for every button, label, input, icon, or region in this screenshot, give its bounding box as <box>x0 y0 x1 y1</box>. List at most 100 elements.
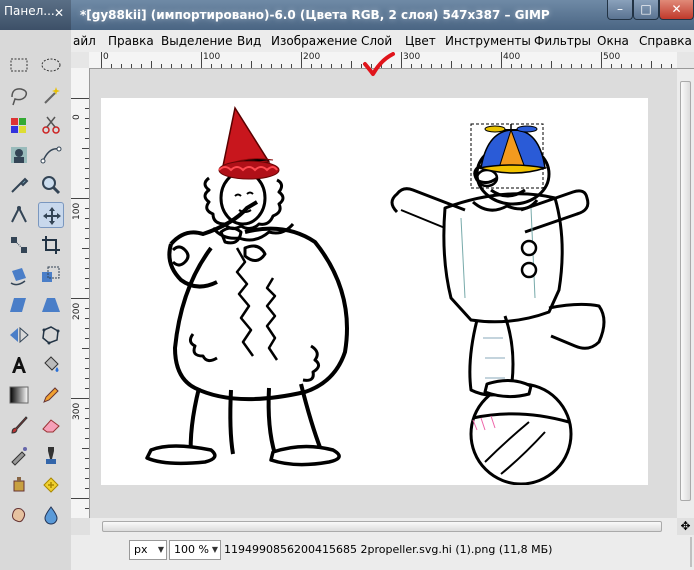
menu-file[interactable]: айл <box>73 30 96 52</box>
ruler-tick <box>591 64 592 68</box>
propeller-cap <box>470 123 548 189</box>
tool-button[interactable] <box>6 352 32 378</box>
tool-button[interactable] <box>38 322 64 348</box>
red-party-hat <box>218 106 280 180</box>
chevron-down-icon: ▼ <box>211 545 218 554</box>
ruler-tick <box>85 468 89 469</box>
tool-button[interactable] <box>6 322 32 348</box>
tool-button[interactable] <box>6 52 32 78</box>
tool-button[interactable] <box>38 412 64 438</box>
ruler-tick <box>85 358 89 359</box>
quick-mask-toggle[interactable] <box>71 518 90 535</box>
ruler-tick <box>82 148 89 149</box>
tool-button[interactable] <box>6 112 32 138</box>
minimize-button[interactable]: – <box>607 0 633 20</box>
ruler-tick <box>161 64 162 68</box>
horizontal-scrollbar[interactable] <box>90 518 677 535</box>
ruler-tick <box>85 238 89 239</box>
horizontal-scroll-thumb[interactable] <box>102 521 662 532</box>
tool-button[interactable] <box>6 142 32 168</box>
ruler-tick <box>471 64 472 68</box>
tool-button[interactable] <box>38 172 64 198</box>
ruler-tick <box>111 64 112 68</box>
zoom-select[interactable]: 100 % ▼ <box>169 540 221 560</box>
ruler-tick <box>351 61 352 68</box>
ruler-tick <box>85 308 89 309</box>
menu-layer[interactable]: Слой <box>361 30 392 52</box>
tool-button[interactable] <box>6 412 32 438</box>
tool-button[interactable] <box>6 382 32 408</box>
window-titlebar[interactable]: *[gy88kii] (импортировано)-6.0 (Цвета RG… <box>71 0 694 30</box>
menu-tools[interactable]: Инструменты <box>445 30 531 52</box>
ruler-tick <box>551 61 552 68</box>
ruler-label: 0 <box>72 114 82 120</box>
ruler-tick <box>481 64 482 68</box>
ruler-tick <box>85 368 89 369</box>
zoom-value: 100 % <box>174 543 209 556</box>
ruler-tick <box>85 458 89 459</box>
menu-edit[interactable]: Правка <box>108 30 154 52</box>
tool-button[interactable] <box>38 142 64 168</box>
tool-button[interactable] <box>6 502 32 528</box>
navigate-icon[interactable]: ✥ <box>677 518 694 535</box>
tool-button[interactable] <box>38 82 64 108</box>
ruler-tick <box>501 52 502 68</box>
ruler-tick <box>85 508 89 509</box>
tool-button[interactable] <box>6 172 32 198</box>
tool-button[interactable] <box>38 232 64 258</box>
statusbar: px ▼ 100 % ▼ 1194990856200415685 2propelle… <box>71 535 694 570</box>
fuzzy-select-icon <box>44 87 60 104</box>
toolbox-close-icon[interactable]: ✕ <box>52 6 66 20</box>
tool-button[interactable] <box>6 292 32 318</box>
menu-colors[interactable]: Цвет <box>405 30 436 52</box>
unit-select[interactable]: px ▼ <box>129 540 167 560</box>
tool-button[interactable] <box>38 292 64 318</box>
ruler-tick <box>651 61 652 68</box>
tool-button[interactable] <box>38 52 64 78</box>
tool-button[interactable] <box>6 262 32 288</box>
ruler-tick <box>401 52 402 68</box>
tool-button[interactable] <box>38 472 64 498</box>
clowns-drawing <box>145 106 606 485</box>
tool-button[interactable] <box>38 262 64 288</box>
vertical-scrollbar[interactable] <box>677 69 694 518</box>
ruler-tick <box>291 64 292 68</box>
ruler-corner[interactable] <box>71 52 89 69</box>
tool-button[interactable] <box>38 202 64 228</box>
ruler-tick <box>541 64 542 68</box>
ruler-tick <box>321 64 322 68</box>
tool-button[interactable] <box>6 202 32 228</box>
image-canvas[interactable] <box>101 98 648 485</box>
maximize-button[interactable]: □ <box>633 0 659 20</box>
lasso-icon <box>11 88 28 106</box>
tool-button[interactable] <box>38 442 64 468</box>
ruler-tick <box>521 64 522 68</box>
zoom-icon <box>42 176 61 195</box>
vertical-ruler[interactable]: 0 100 200 300 <box>71 68 90 518</box>
menu-image[interactable]: Изображение <box>271 30 357 52</box>
tool-button[interactable] <box>38 382 64 408</box>
tool-button[interactable] <box>6 82 32 108</box>
menu-help[interactable]: Справка <box>639 30 692 52</box>
ruler-tick <box>171 64 172 68</box>
close-button[interactable]: ✕ <box>659 0 694 20</box>
tool-button[interactable] <box>38 352 64 378</box>
ruler-tick <box>611 64 612 68</box>
ruler-tick <box>71 498 89 499</box>
align-icon <box>11 237 27 253</box>
canvas-area[interactable] <box>90 69 677 518</box>
ruler-tick <box>85 318 89 319</box>
rotate-icon <box>10 268 26 286</box>
tool-button[interactable] <box>6 442 32 468</box>
ruler-tick <box>85 288 89 289</box>
menu-view[interactable]: Вид <box>237 30 261 52</box>
tool-button[interactable] <box>6 472 32 498</box>
tool-button[interactable] <box>38 112 64 138</box>
menu-filters[interactable]: Фильтры <box>534 30 591 52</box>
ruler-label: 100 <box>203 52 221 62</box>
tool-button[interactable] <box>6 232 32 258</box>
tool-button[interactable] <box>38 502 64 528</box>
vertical-scroll-thumb[interactable] <box>680 81 691 501</box>
menu-select[interactable]: Выделение <box>161 30 232 52</box>
menu-windows[interactable]: Окна <box>597 30 629 52</box>
